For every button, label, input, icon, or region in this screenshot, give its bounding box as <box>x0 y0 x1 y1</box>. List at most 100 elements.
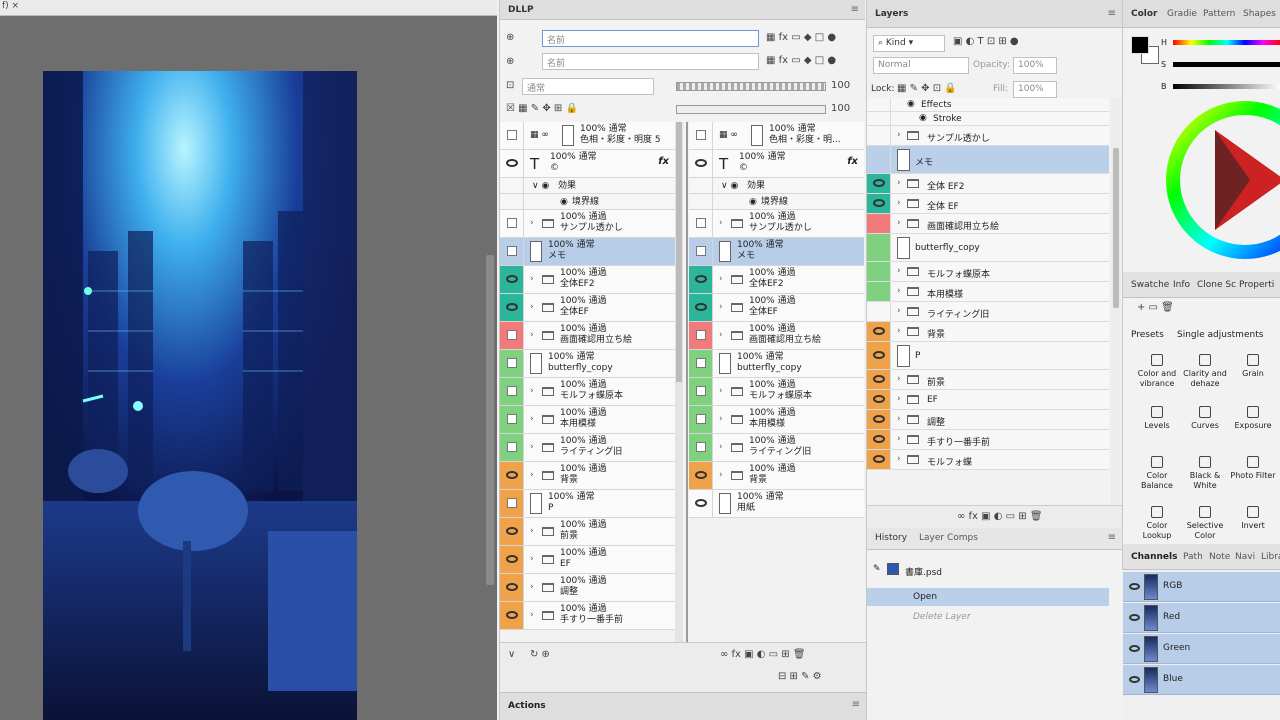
tab-gradients[interactable]: Gradie <box>1167 9 1197 19</box>
visibility-toggle[interactable] <box>500 378 524 405</box>
layer-row[interactable]: › EF <box>867 390 1109 410</box>
chevron-right-icon[interactable]: › <box>530 470 534 480</box>
panel-menu-icon[interactable]: ≡ <box>1108 532 1116 543</box>
visibility-toggle[interactable] <box>500 178 524 193</box>
visibility-toggle[interactable] <box>500 266 524 293</box>
search-icon-2[interactable]: ⊕ <box>506 56 514 67</box>
foreground-color-swatch[interactable] <box>1131 36 1149 54</box>
fill-slider[interactable] <box>676 105 826 114</box>
chevron-right-icon[interactable]: › <box>719 218 723 228</box>
chevron-right-icon[interactable]: › <box>530 302 534 312</box>
layer-row[interactable]: › 100% 通過 画面確認用立ち絵 <box>689 322 864 350</box>
channel-blue[interactable]: Blue <box>1123 665 1280 695</box>
visibility-toggle[interactable] <box>689 490 713 517</box>
fx-icon[interactable]: fx <box>658 156 669 167</box>
refresh-icon[interactable]: ↻ ⊕ <box>530 649 550 660</box>
opacity-input[interactable]: 100% <box>1013 57 1057 74</box>
visibility-toggle[interactable] <box>500 322 524 349</box>
layers-scrollbar[interactable] <box>1111 98 1121 505</box>
visibility-toggle[interactable] <box>500 602 524 629</box>
levels-button[interactable]: Levels <box>1133 406 1181 431</box>
tab-shapes[interactable]: Shapes <box>1243 9 1276 19</box>
search-icon[interactable]: ⊕ <box>506 32 514 43</box>
tab-layer-comps[interactable]: Layer Comps <box>919 533 978 543</box>
layer-row[interactable]: 100% 通常 メモ <box>689 238 864 266</box>
layer-row[interactable]: › 前景 <box>867 370 1109 390</box>
channel-green[interactable]: Green <box>1123 634 1280 664</box>
tab-navigator[interactable]: Navi <box>1235 552 1255 562</box>
layer-row[interactable]: ◉ Stroke <box>867 112 1109 126</box>
visibility-toggle[interactable] <box>689 178 713 193</box>
invert-button[interactable]: Invert <box>1229 506 1277 531</box>
visibility-toggle[interactable] <box>500 350 524 377</box>
single-adjustments-label[interactable]: Single adjustments <box>1177 330 1263 340</box>
color-lookup-button[interactable]: Color Lookup <box>1133 506 1181 541</box>
chevron-right-icon[interactable]: › <box>530 330 534 340</box>
tab-clone-source[interactable]: Clone Sc <box>1197 280 1236 290</box>
layer-row[interactable]: › 背景 <box>867 322 1109 342</box>
layer-row[interactable]: butterfly_copy <box>867 234 1109 262</box>
layer-row[interactable]: › モルフォ蝶 <box>867 450 1109 470</box>
brightness-slider[interactable] <box>1173 84 1280 89</box>
visibility-toggle[interactable] <box>867 234 891 261</box>
layer-row[interactable]: › 100% 通過 背景 <box>500 462 675 490</box>
layer-row[interactable]: 100% 通常 メモ <box>500 238 675 266</box>
chevron-right-icon[interactable]: › <box>719 386 723 396</box>
chevron-right-icon[interactable]: › <box>897 394 901 404</box>
curves-button[interactable]: Curves <box>1181 406 1229 431</box>
layer-row[interactable]: › 100% 通過 本用模様 <box>689 406 864 434</box>
chevron-right-icon[interactable]: › <box>530 386 534 396</box>
tab-swatches[interactable]: Swatche <box>1131 280 1169 290</box>
history-item-open[interactable]: Open <box>867 588 1109 606</box>
channel-red[interactable]: Red <box>1123 603 1280 633</box>
layer-row[interactable]: 100% 通常 用紙 <box>689 490 864 518</box>
layer-row[interactable]: › 100% 通過 全体EF2 <box>689 266 864 294</box>
tab-patterns[interactable]: Pattern <box>1203 9 1235 19</box>
visibility-toggle[interactable] <box>500 518 524 545</box>
chevron-right-icon[interactable]: › <box>530 442 534 452</box>
visibility-toggle[interactable] <box>867 370 891 389</box>
chevron-right-icon[interactable]: › <box>897 326 901 336</box>
name-search-input[interactable]: 名前 <box>542 30 759 47</box>
chevron-right-icon[interactable]: › <box>897 286 901 296</box>
layer-row[interactable]: 100% 通常 butterfly_copy <box>689 350 864 378</box>
visibility-toggle[interactable] <box>689 378 713 405</box>
visibility-toggle[interactable] <box>867 282 891 301</box>
canvas-scrollbar[interactable] <box>486 255 494 585</box>
visibility-toggle[interactable] <box>689 434 713 461</box>
chevron-right-icon[interactable]: › <box>530 526 534 536</box>
chevron-right-icon[interactable]: › <box>719 414 723 424</box>
chevron-right-icon[interactable]: › <box>897 130 901 140</box>
layer-row[interactable]: › 100% 通過 背景 <box>689 462 864 490</box>
saturation-slider[interactable] <box>1173 62 1280 67</box>
chevron-right-icon[interactable]: › <box>897 414 901 424</box>
tab-properties[interactable]: Properti <box>1239 280 1274 290</box>
layer-row[interactable]: › 100% 通過 全体EF <box>500 294 675 322</box>
channel-rgb[interactable]: RGB <box>1123 572 1280 602</box>
chevron-right-icon[interactable]: › <box>530 554 534 564</box>
visibility-toggle[interactable] <box>689 462 713 489</box>
chevron-right-icon[interactable]: › <box>897 198 901 208</box>
layer-row[interactable]: › 本用模様 <box>867 282 1109 302</box>
color-wheel[interactable] <box>1165 100 1280 260</box>
visibility-toggle[interactable] <box>500 122 524 149</box>
layer-row[interactable]: › 100% 通過 前景 <box>500 518 675 546</box>
chevron-right-icon[interactable]: › <box>719 330 723 340</box>
add-preset-icons[interactable]: + ▭ 🗑 <box>1137 302 1174 313</box>
layer-row[interactable]: ▦ ∞ 100% 通常 色相・彩度・明度 5 <box>500 122 675 150</box>
visibility-toggle[interactable] <box>689 266 713 293</box>
name-search-input-2[interactable]: 名前 <box>542 53 759 70</box>
visibility-toggle[interactable] <box>867 322 891 341</box>
visibility-toggle[interactable] <box>867 450 891 469</box>
visibility-toggle[interactable] <box>689 294 713 321</box>
chevron-right-icon[interactable]: › <box>719 442 723 452</box>
visibility-toggle[interactable] <box>867 194 891 213</box>
view-toggle-icons[interactable]: ⊟ ⊞ ✎ ⚙ <box>778 671 822 682</box>
visibility-toggle[interactable] <box>689 322 713 349</box>
visibility-toggle[interactable] <box>867 430 891 449</box>
history-item-delete-layer[interactable]: Delete Layer <box>867 608 1109 626</box>
visibility-toggle[interactable] <box>689 350 713 377</box>
layer-row[interactable]: › 全体 EF <box>867 194 1109 214</box>
visibility-toggle[interactable] <box>867 112 891 125</box>
layer-row[interactable]: › 100% 通過 サンプル透かし <box>689 210 864 238</box>
